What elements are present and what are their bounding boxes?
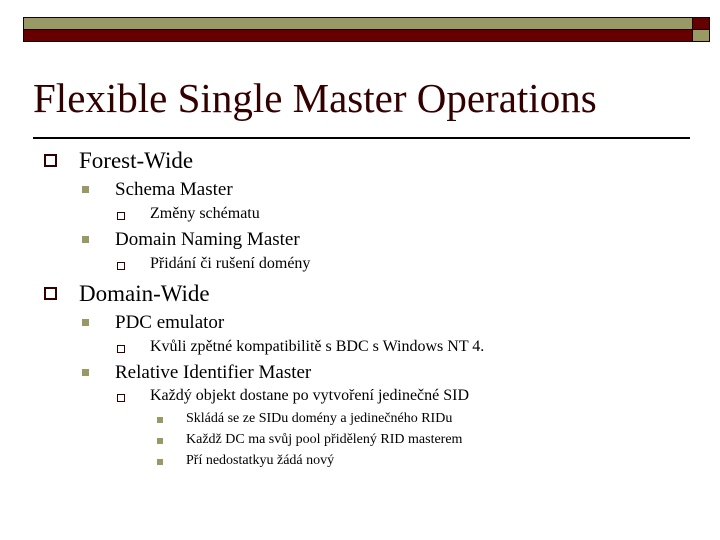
header-corner-olive xyxy=(692,29,710,42)
title-divider xyxy=(33,137,690,139)
bullet-rid-master-detail: Každý objekt dostane po vytvoření jedine… xyxy=(150,387,470,404)
bullet-domain-naming-master: Domain Naming Master xyxy=(115,229,300,250)
header-bar-dark-red xyxy=(23,29,693,42)
bullet-rid-subitem: Pří nedostatkyu žádá nový xyxy=(186,453,335,468)
hollow-square-bullet-icon xyxy=(117,262,125,270)
bullet-rid-subitem: Skládá se ze SIDu domény a jedinečného R… xyxy=(186,411,453,426)
olive-square-bullet-icon xyxy=(82,369,89,376)
bullet-rid-master: Relative Identifier Master xyxy=(115,362,312,383)
bullet-schema-master: Schema Master xyxy=(115,179,233,200)
bullet-rid-subitem: Každž DC ma svůj pool přidělený RID mast… xyxy=(186,432,463,447)
bullet-domain-naming-master-detail: Přidání či rušení domény xyxy=(150,255,311,272)
olive-square-bullet-icon xyxy=(157,438,163,444)
olive-square-bullet-icon xyxy=(82,236,89,243)
bullet-schema-master-detail: Změny schématu xyxy=(150,205,260,222)
bullet-domain-wide: Domain-Wide xyxy=(79,281,210,306)
slide-title: Flexible Single Master Operations xyxy=(33,75,597,121)
olive-square-bullet-icon xyxy=(157,417,163,423)
hollow-square-bullet-icon xyxy=(117,212,125,220)
hollow-square-bullet-icon xyxy=(44,287,57,300)
hollow-square-bullet-icon xyxy=(117,394,125,402)
hollow-square-bullet-icon xyxy=(44,154,57,167)
olive-square-bullet-icon xyxy=(82,319,89,326)
olive-square-bullet-icon xyxy=(157,459,163,465)
bullet-pdc-emulator: PDC emulator xyxy=(115,312,225,333)
bullet-pdc-emulator-detail: Kvůli zpětné kompatibilitě s BDC s Windo… xyxy=(150,338,485,355)
bullet-forest-wide: Forest-Wide xyxy=(79,148,194,173)
olive-square-bullet-icon xyxy=(82,186,89,193)
hollow-square-bullet-icon xyxy=(117,345,125,353)
